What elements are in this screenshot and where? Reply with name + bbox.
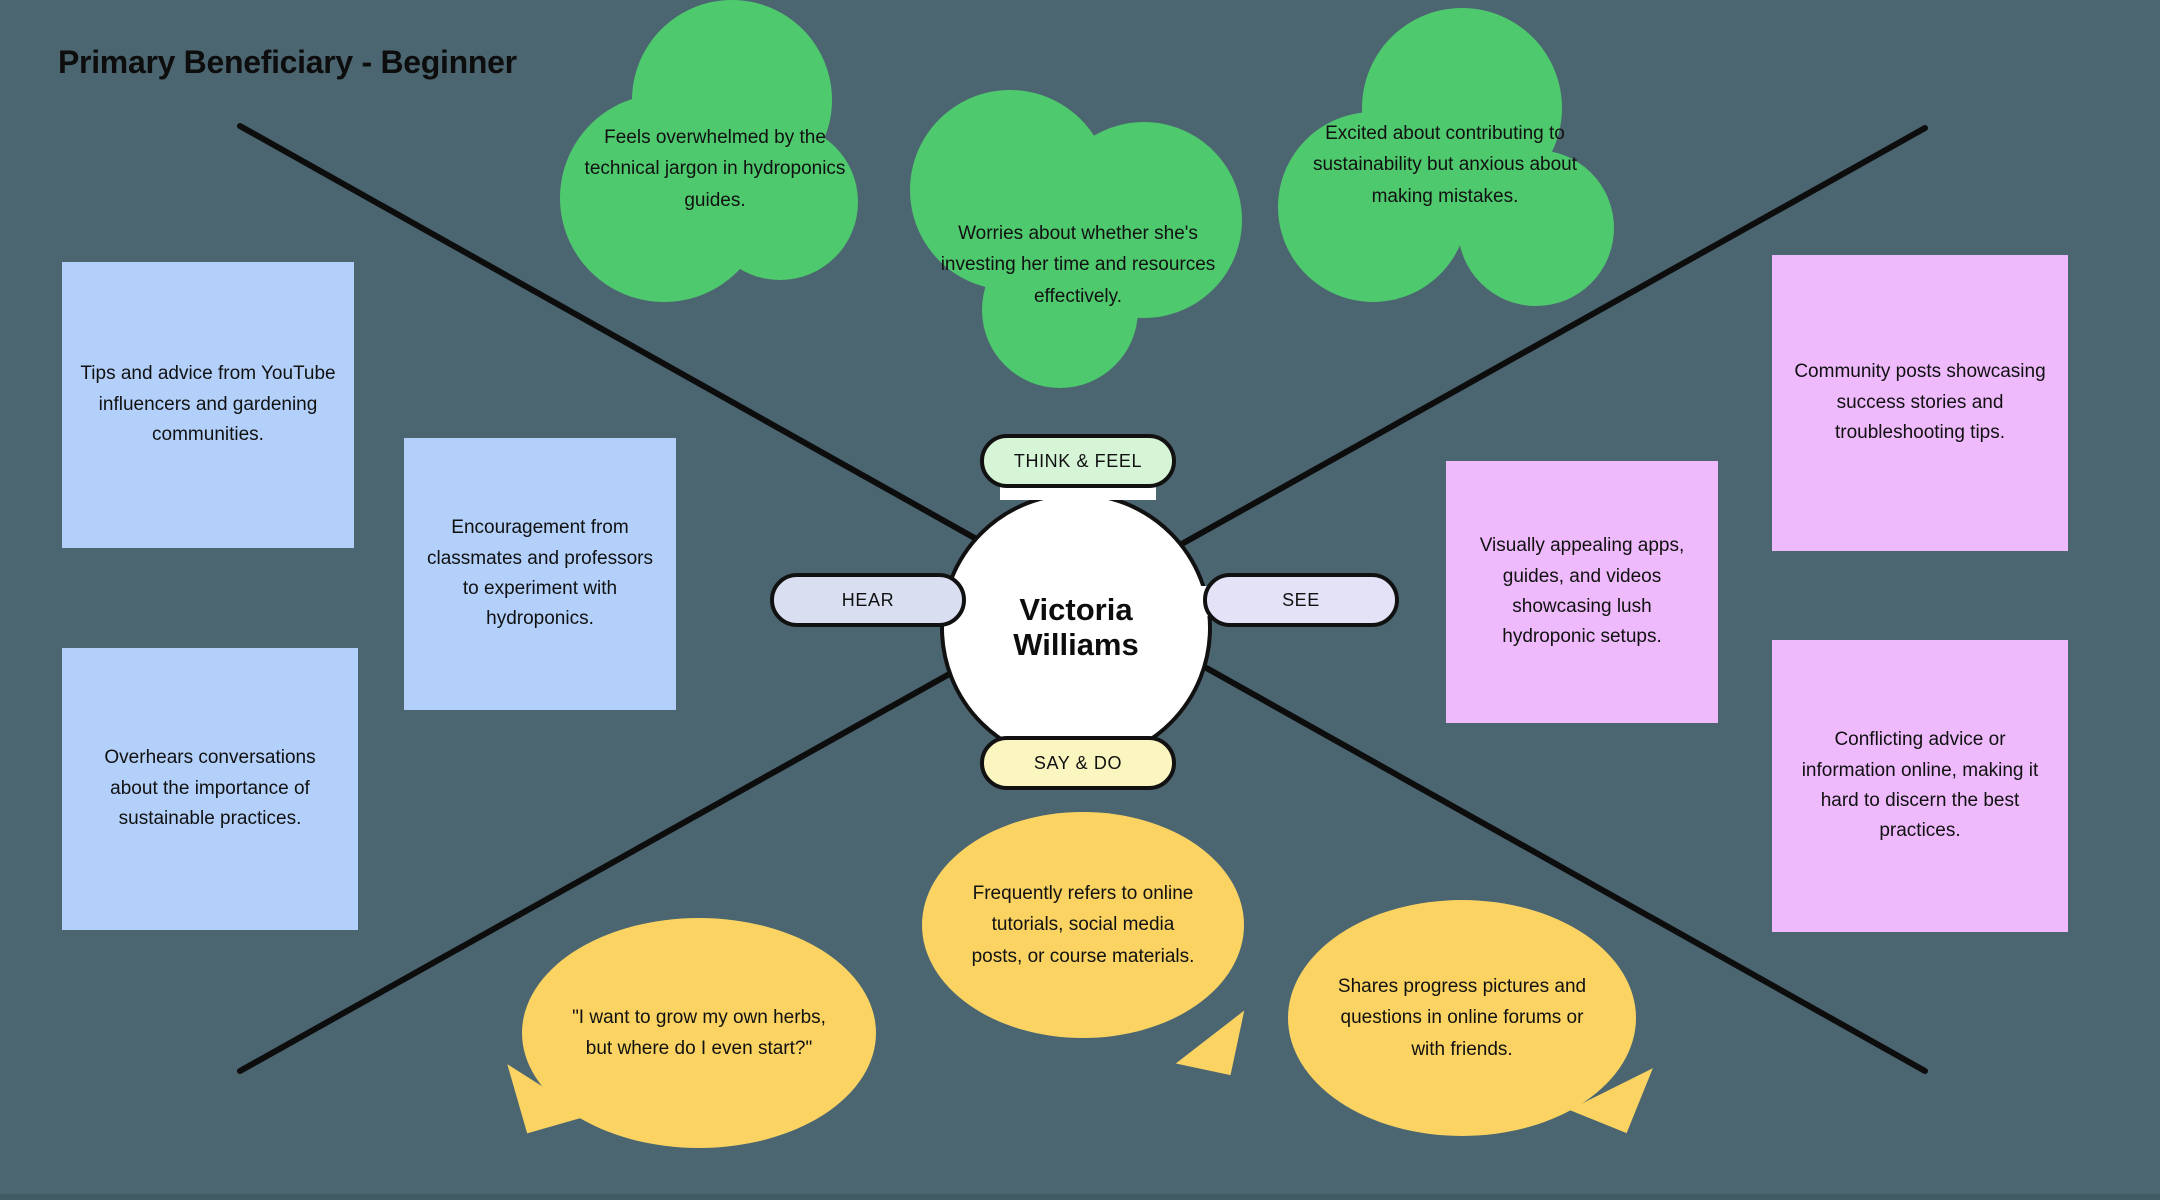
say-do-item-text: Shares progress pictures and questions i…: [1337, 975, 1587, 1060]
quadrant-label-think-feel[interactable]: THINK & FEEL: [980, 434, 1176, 488]
think-feel-item-text: Excited about contributing to sustainabi…: [1312, 122, 1578, 207]
think-feel-cloud-3: Excited about contributing to sustainabi…: [1278, 0, 1618, 306]
persona-hub: Victoria Williams: [940, 492, 1212, 764]
see-note-card: Community posts showcasing success stori…: [1772, 255, 2068, 551]
quadrant-label-hear[interactable]: HEAR: [770, 573, 966, 627]
empathy-map-canvas: Primary Beneficiary - Beginner Feels ove…: [0, 0, 2160, 1200]
think-feel-item-text: Feels overwhelmed by the technical jargo…: [584, 126, 846, 211]
persona-name-line2: Williams: [1013, 627, 1139, 662]
think-feel-cloud-1: Feels overwhelmed by the technical jargo…: [560, 0, 900, 330]
think-feel-cloud-2: Worries about whether she's investing he…: [910, 82, 1250, 412]
say-do-bubble-1: "I want to grow my own herbs, but where …: [507, 918, 876, 1148]
hear-note-card: Tips and advice from YouTube influencers…: [62, 262, 354, 548]
see-note-card: Visually appealing apps, guides, and vid…: [1446, 461, 1718, 723]
hear-note-card: Overhears conversations about the import…: [62, 648, 358, 930]
page-title: Primary Beneficiary - Beginner: [58, 44, 517, 80]
persona-name-line1: Victoria: [1019, 592, 1133, 628]
say-do-item-text: Frequently refers to online tutorials, s…: [971, 882, 1195, 967]
say-do-item-text: "I want to grow my own herbs, but where …: [572, 1006, 826, 1059]
persona-name: Victoria Williams: [940, 492, 1212, 764]
say-do-bubble-2: Frequently refers to online tutorials, s…: [922, 812, 1245, 1076]
quadrant-label-see[interactable]: SEE: [1203, 573, 1399, 627]
hear-note-card: Encouragement from classmates and profes…: [404, 438, 676, 710]
say-do-bubble-3: Shares progress pictures and questions i…: [1288, 900, 1653, 1136]
see-note-card: Conflicting advice or information online…: [1772, 640, 2068, 932]
think-feel-item-text: Worries about whether she's investing he…: [940, 222, 1216, 307]
